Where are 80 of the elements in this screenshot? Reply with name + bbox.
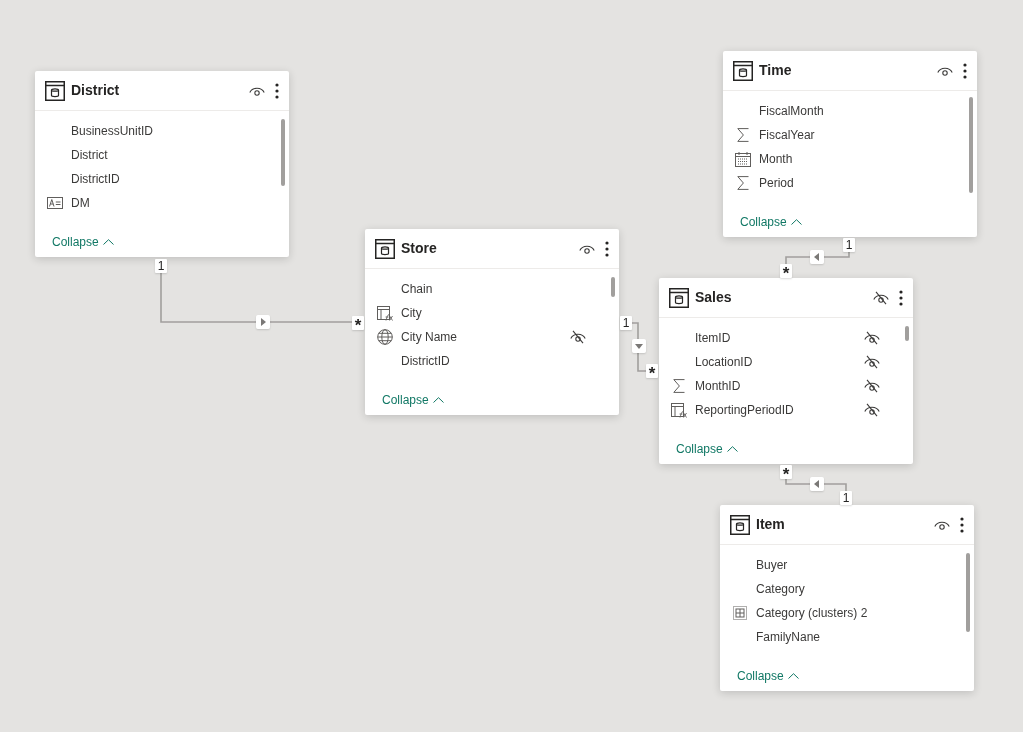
table-title: District — [71, 81, 121, 100]
eye-off-icon[interactable] — [570, 330, 586, 344]
field-name[interactable]: DM — [71, 194, 240, 212]
field-name[interactable]: Category — [756, 580, 925, 598]
field-name[interactable]: City — [401, 304, 570, 322]
relationship-line[interactable] — [785, 478, 847, 492]
cardinality-label: * — [352, 316, 364, 330]
relationship-line[interactable] — [631, 322, 647, 372]
calculated-column-icon — [671, 402, 687, 418]
collapse-button[interactable]: Collapse — [52, 234, 114, 250]
field-name[interactable]: Period — [759, 174, 928, 192]
field-name[interactable]: District — [71, 146, 240, 164]
chevron-up-icon — [432, 397, 444, 403]
collapse-button[interactable]: Collapse — [382, 392, 444, 408]
field-name[interactable]: FiscalMonth — [759, 102, 928, 120]
field-name[interactable]: Buyer — [756, 556, 925, 574]
collapse-button[interactable]: Collapse — [740, 214, 802, 230]
field-name[interactable]: Chain — [401, 280, 570, 298]
field-name[interactable]: DistrictID — [401, 352, 570, 370]
eye-off-icon[interactable] — [864, 331, 880, 345]
table-icon — [45, 80, 65, 101]
eye-off-icon[interactable] — [864, 355, 880, 369]
cardinality-label: 1 — [155, 259, 167, 273]
table-title: Item — [756, 515, 786, 534]
field-name[interactable]: Month — [759, 150, 928, 168]
sigma-icon — [673, 379, 685, 393]
eye-off-icon[interactable] — [864, 379, 880, 393]
eye-icon[interactable] — [937, 65, 953, 76]
scrollbar-thumb[interactable] — [905, 326, 909, 341]
table-icon — [375, 238, 395, 259]
more-options-icon[interactable] — [963, 62, 967, 79]
chevron-up-icon — [726, 446, 738, 452]
table-icon — [669, 287, 689, 308]
eye-off-icon[interactable] — [864, 403, 880, 417]
eye-icon[interactable] — [934, 519, 950, 530]
field-name[interactable]: ItemID — [695, 329, 864, 347]
table-title: Time — [759, 61, 793, 80]
cardinality-label: 1 — [620, 316, 632, 330]
cardinality-label: 1 — [840, 491, 852, 505]
scrollbar-thumb[interactable] — [966, 553, 970, 632]
scrollbar-thumb[interactable] — [281, 119, 285, 186]
calendar-icon — [735, 151, 751, 167]
group-icon — [733, 606, 747, 620]
field-name[interactable]: ReportingPeriodID — [695, 401, 864, 419]
collapse-button[interactable]: Collapse — [737, 668, 799, 684]
eye-icon[interactable] — [249, 85, 265, 96]
eye-icon[interactable] — [579, 243, 595, 254]
chevron-up-icon — [790, 219, 802, 225]
sigma-icon — [737, 128, 749, 142]
collapse-button[interactable]: Collapse — [676, 441, 738, 457]
cardinality-label: * — [646, 364, 658, 378]
cardinality-label: * — [780, 264, 792, 278]
more-options-icon[interactable] — [960, 516, 964, 533]
table-title: Sales — [695, 288, 733, 307]
table-title: Store — [401, 239, 438, 258]
more-options-icon[interactable] — [605, 240, 609, 257]
field-name[interactable]: FamilyNane — [756, 628, 925, 646]
globe-icon — [377, 329, 393, 345]
chevron-up-icon — [787, 673, 799, 679]
chevron-up-icon — [102, 239, 114, 245]
field-name[interactable]: BusinessUnitID — [71, 122, 240, 140]
eye-off-icon[interactable] — [873, 290, 889, 305]
more-options-icon[interactable] — [899, 289, 903, 306]
text-card-icon — [47, 197, 63, 209]
field-name[interactable]: MonthID — [695, 377, 864, 395]
table-icon — [730, 514, 750, 535]
relationship-line[interactable] — [785, 251, 850, 265]
scrollbar-thumb[interactable] — [969, 97, 973, 193]
sigma-icon — [737, 176, 749, 190]
cardinality-label: 1 — [843, 238, 855, 252]
field-name[interactable]: DistrictID — [71, 170, 240, 188]
calculated-column-icon — [377, 305, 393, 321]
table-icon — [733, 60, 753, 81]
field-name[interactable]: LocationID — [695, 353, 864, 371]
scrollbar-thumb[interactable] — [611, 277, 615, 297]
field-name[interactable]: City Name — [401, 328, 570, 346]
field-name[interactable]: FiscalYear — [759, 126, 928, 144]
field-name[interactable]: Category (clusters) 2 — [756, 604, 925, 622]
more-options-icon[interactable] — [275, 82, 279, 99]
cardinality-label: * — [780, 465, 792, 479]
